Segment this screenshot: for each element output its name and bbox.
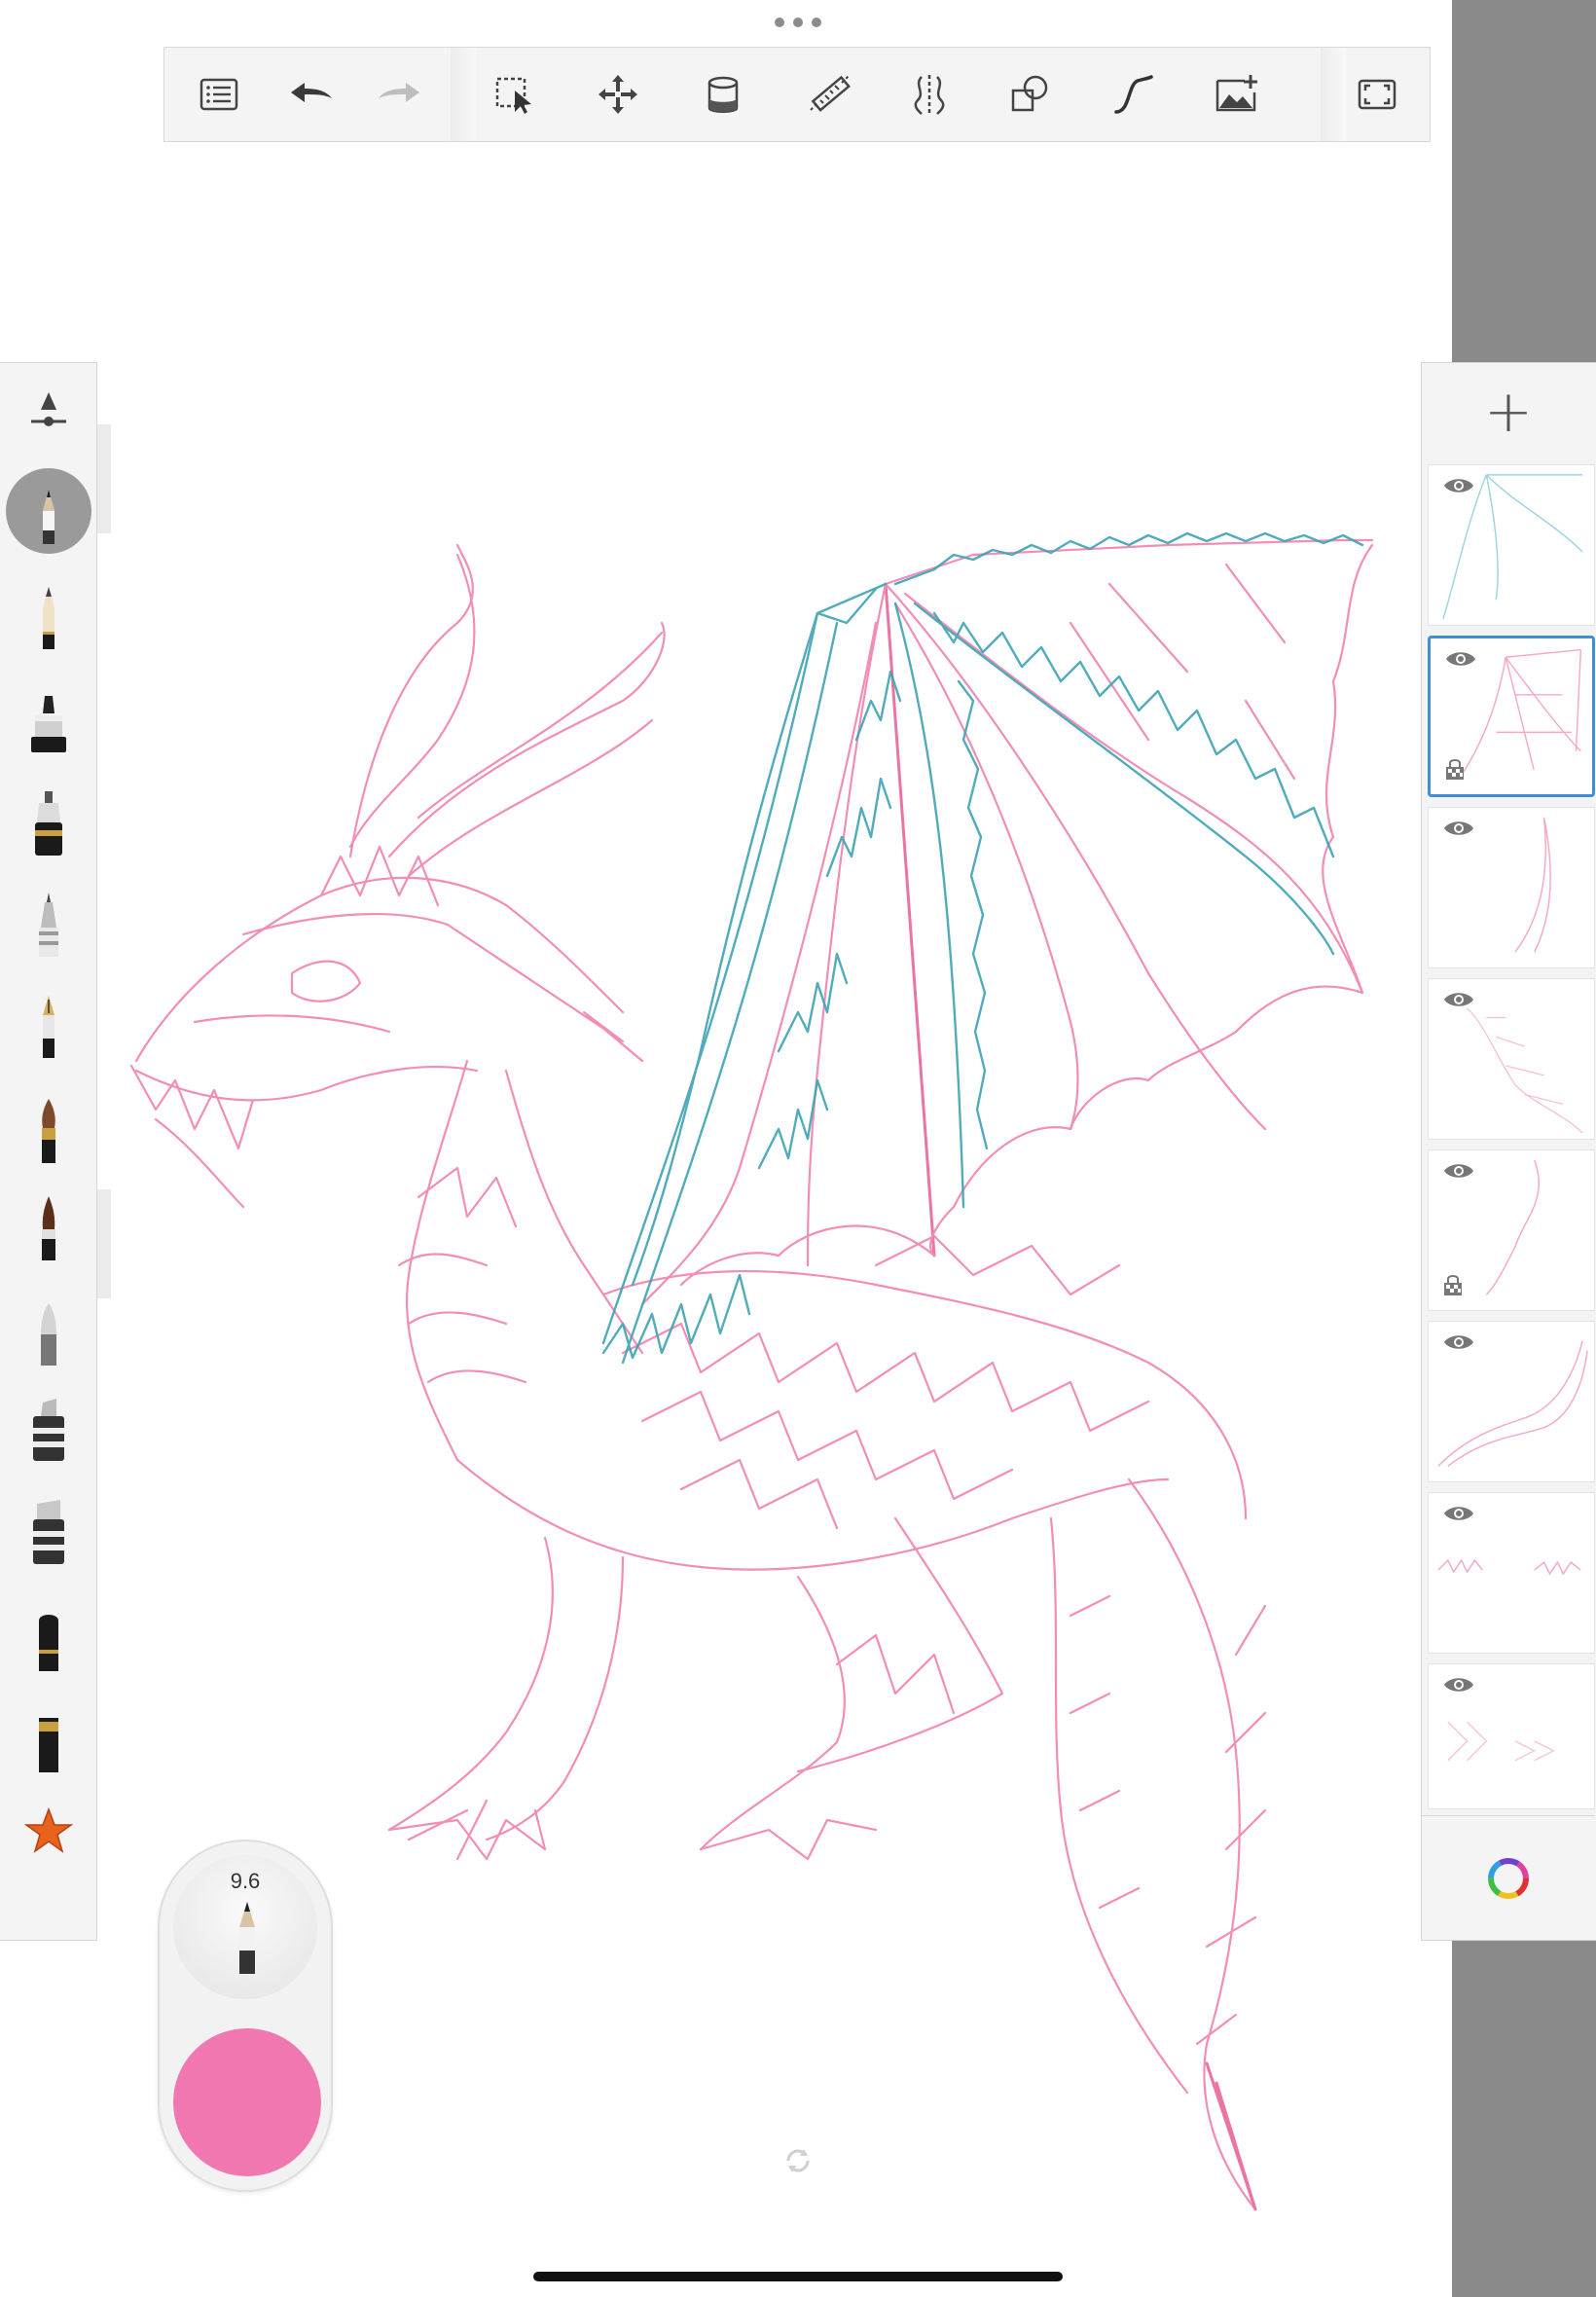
- layer-thumbnail[interactable]: [1428, 1492, 1595, 1654]
- brush-settings-icon[interactable]: [14, 379, 84, 449]
- sync-icon: [786, 2149, 810, 2172]
- move-arrows-icon[interactable]: [591, 67, 645, 122]
- visibility-eye-icon[interactable]: [1442, 1160, 1475, 1182]
- more-dots-icon[interactable]: [775, 16, 821, 29]
- layer-thumbnail[interactable]: [1428, 1663, 1595, 1809]
- top-toolbar: [163, 47, 1431, 142]
- layer-thumbnail[interactable]: [1428, 464, 1595, 626]
- list-icon[interactable]: [192, 67, 246, 122]
- favorites-star-icon[interactable]: [14, 1798, 84, 1868]
- pencil-brush-icon[interactable]: [6, 468, 91, 554]
- layer-thumbnail-active[interactable]: [1428, 636, 1595, 797]
- color-wheel-button[interactable]: [1422, 1815, 1595, 1941]
- airbrush-icon[interactable]: [14, 1603, 84, 1673]
- brush-palette: [0, 362, 97, 1941]
- overflow-tool-icon[interactable]: [1301, 67, 1324, 122]
- color-wheel-icon[interactable]: [1485, 1855, 1532, 1902]
- visibility-eye-icon[interactable]: [1442, 1331, 1475, 1353]
- layer-thumbnail[interactable]: [1428, 1149, 1595, 1311]
- visibility-eye-icon[interactable]: [1442, 1674, 1475, 1695]
- wood-pencil-icon[interactable]: [14, 581, 84, 651]
- shapes-icon[interactable]: [1003, 67, 1058, 122]
- marker-icon[interactable]: [14, 686, 84, 756]
- brush-puck[interactable]: 9.6: [158, 1840, 333, 2192]
- add-image-icon[interactable]: [1210, 67, 1264, 122]
- round-brush-icon[interactable]: [14, 1095, 84, 1165]
- ink-pen-icon[interactable]: [14, 787, 84, 857]
- hard-eraser-icon[interactable]: [14, 1704, 84, 1774]
- curve-icon[interactable]: [1106, 67, 1161, 122]
- visibility-eye-icon[interactable]: [1442, 1503, 1475, 1524]
- home-indicator[interactable]: [533, 2272, 1063, 2281]
- layer-thumbnail[interactable]: [1428, 807, 1595, 968]
- fountain-pen-icon[interactable]: [14, 990, 84, 1060]
- ruler-icon[interactable]: [803, 67, 857, 122]
- lock-transparency-icon[interactable]: [1442, 1273, 1464, 1296]
- symmetry-icon[interactable]: [902, 67, 957, 122]
- paint-bucket-icon[interactable]: [696, 67, 750, 122]
- technical-pen-icon[interactable]: [14, 889, 84, 959]
- chisel-marker-icon[interactable]: [14, 1395, 84, 1465]
- toolbar-divider: [451, 48, 476, 141]
- layers-panel: +: [1421, 362, 1596, 1941]
- selection-icon[interactable]: [488, 67, 542, 122]
- palette-handle[interactable]: [97, 1189, 111, 1298]
- visibility-eye-icon[interactable]: [1442, 475, 1475, 496]
- wide-marker-icon[interactable]: [14, 1498, 84, 1568]
- undo-arrow-icon[interactable]: [283, 67, 338, 122]
- lock-transparency-icon[interactable]: [1444, 757, 1466, 781]
- layer-thumbnail[interactable]: [1428, 978, 1595, 1140]
- visibility-eye-icon[interactable]: [1442, 818, 1475, 839]
- fullscreen-icon[interactable]: [1350, 67, 1404, 122]
- visibility-eye-icon[interactable]: [1442, 989, 1475, 1010]
- current-pencil-icon: [239, 1902, 255, 1974]
- add-layer-button[interactable]: +: [1422, 363, 1595, 460]
- layer-thumbnail[interactable]: [1428, 1321, 1595, 1482]
- palette-handle[interactable]: [97, 424, 111, 533]
- visibility-eye-icon[interactable]: [1444, 648, 1477, 670]
- soft-eraser-icon[interactable]: [14, 1297, 84, 1367]
- dark-brush-icon[interactable]: [14, 1192, 84, 1262]
- brush-size-value: 9.6: [230, 1869, 261, 1893]
- current-color-swatch[interactable]: [173, 2028, 321, 2176]
- redo-arrow-icon[interactable]: [373, 67, 427, 122]
